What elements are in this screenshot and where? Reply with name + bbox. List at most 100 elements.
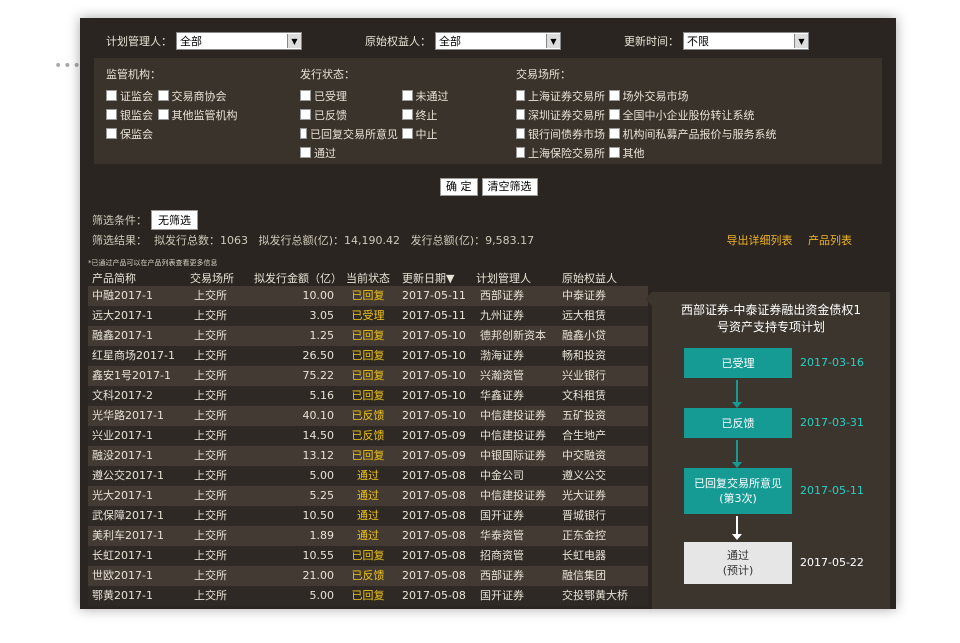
cell-original-owner: 合生地产 — [562, 429, 606, 442]
checkbox-icon[interactable] — [106, 90, 117, 101]
table-row[interactable]: 兴业2017-1 上交所 14.50 已反馈 2017-05-09 中信建投证券 合生地产 — [88, 426, 648, 446]
table-row[interactable]: 武保障2017-1 上交所 10.50 通过 2017-05-08 国开证券 晋城银行 — [88, 506, 648, 526]
export-link[interactable]: 导出详细列表 — [727, 234, 793, 247]
exchange-option[interactable]: 场外交易市场 — [608, 86, 689, 105]
top-links: 导出详细列表 产品列表 — [715, 232, 853, 248]
col-exchange[interactable]: 交易场所 — [190, 270, 234, 286]
table-row[interactable]: 中融2017-1 上交所 10.00 已回复 2017-05-11 西部证券 中泰证券 — [88, 286, 648, 306]
table-row[interactable]: 鄂黄2017-1 上交所 5.00 已回复 2017-05-08 国开证券 交投鄂黄大桥 — [88, 586, 648, 606]
cell-status: 已回复 — [351, 349, 385, 362]
cell-exchange: 上交所 — [194, 569, 227, 582]
col-status[interactable]: 当前状态 — [346, 270, 390, 286]
status-option[interactable]: 已回复交易所意见 — [300, 124, 398, 143]
update-time-filter: 更新时间： 不限 ▼ — [624, 32, 809, 50]
original-owner-select[interactable]: 全部 ▼ — [435, 32, 561, 50]
table-row[interactable]: 融鑫2017-1 上交所 1.25 已回复 2017-05-10 德邦创新资本 融鑫小贷 — [88, 326, 648, 346]
table-row[interactable]: 世欧2017-1 上交所 21.00 已反馈 2017-05-08 西部证券 融信集团 — [88, 566, 648, 586]
cell-update-date: 2017-05-10 — [402, 369, 466, 382]
checkbox-icon[interactable] — [516, 147, 525, 158]
cell-status: 已回复 — [351, 329, 385, 342]
checkbox-icon[interactable] — [608, 109, 620, 120]
table-row[interactable]: 鑫安1号2017-1 上交所 75.22 已回复 2017-05-10 兴瀚资管 兴业银行 — [88, 366, 648, 386]
table-row[interactable]: 文科2017-2 上交所 5.16 已回复 2017-05-10 华鑫证券 文科租赁 — [88, 386, 648, 406]
table-row[interactable]: 融没2017-1 上交所 13.12 已回复 2017-05-09 中银国际证券 中交融资 — [88, 446, 648, 466]
regulator-option[interactable]: 其他监管机构 — [157, 105, 238, 124]
plan-manager-label: 计划管理人： — [106, 35, 172, 48]
checkbox-icon[interactable] — [608, 90, 620, 101]
exchange-option[interactable]: 深圳证券交易所 — [516, 105, 605, 124]
cell-status: 已回复 — [351, 289, 385, 302]
plan-manager-select[interactable]: 全部 ▼ — [176, 32, 302, 50]
cell-exchange: 上交所 — [194, 349, 227, 362]
checkbox-icon[interactable] — [300, 128, 307, 139]
exchange-option[interactable]: 其他 — [608, 143, 645, 162]
col-update-date[interactable]: 更新日期▼ — [402, 270, 454, 286]
cell-original-owner: 远大租赁 — [562, 309, 606, 322]
exchange-option[interactable]: 全国中小企业股份转让系统 — [608, 105, 755, 124]
regulator-option[interactable]: 证监会 — [106, 86, 154, 105]
col-amount[interactable]: 拟发行金额（亿） — [254, 270, 342, 286]
update-time-value: 不限 — [687, 35, 709, 48]
cell-status: 通过 — [357, 489, 379, 502]
cell-original-owner: 长虹电器 — [562, 549, 606, 562]
exchange-option[interactable]: 上海保险交易所 — [516, 143, 605, 162]
checkbox-icon[interactable] — [516, 109, 525, 120]
chevron-down-icon[interactable]: ▼ — [287, 34, 301, 48]
checkbox-icon[interactable] — [608, 128, 620, 139]
checkbox-icon[interactable] — [516, 90, 525, 101]
table-row[interactable]: 长虹2017-1 上交所 10.55 已回复 2017-05-08 招商资管 长虹电器 — [88, 546, 648, 566]
checkbox-icon[interactable] — [516, 128, 525, 139]
confirm-button[interactable]: 确 定 — [440, 178, 478, 196]
checkbox-icon[interactable] — [300, 109, 311, 120]
exchange-option[interactable]: 机构间私募产品报价与服务系统 — [608, 124, 777, 143]
table-row[interactable]: 美利车2017-1 上交所 1.89 通过 2017-05-08 华泰资管 正东金控 — [88, 526, 648, 546]
checkbox-icon[interactable] — [608, 147, 620, 158]
col-product[interactable]: 产品简称 — [92, 270, 136, 286]
status-option[interactable]: 已受理 — [300, 86, 398, 105]
checkbox-icon[interactable] — [157, 109, 169, 120]
app-frame: 计划管理人： 全部 ▼ 原始权益人： 全部 ▼ 更新时间： 不限 ▼ 监管机构： — [80, 18, 896, 609]
table-row[interactable]: 遵公交2017-1 上交所 5.00 通过 2017-05-08 中金公司 遵义公交 — [88, 466, 648, 486]
status-option[interactable]: 中止 — [401, 124, 438, 143]
cell-update-date: 2017-05-08 — [402, 549, 466, 562]
product-list-link[interactable]: 产品列表 — [808, 234, 852, 247]
chevron-down-icon[interactable]: ▼ — [546, 34, 560, 48]
checkbox-icon[interactable] — [106, 109, 117, 120]
exchange-option[interactable]: 银行间债券市场 — [516, 124, 605, 143]
cell-status: 已回复 — [351, 449, 385, 462]
checkbox-icon[interactable] — [300, 147, 311, 158]
table-row[interactable]: 远大2017-1 上交所 3.05 已受理 2017-05-11 九州证券 远大租赁 — [88, 306, 648, 326]
update-time-select[interactable]: 不限 ▼ — [683, 32, 809, 50]
checkbox-icon[interactable] — [401, 90, 413, 101]
arrow-down-icon — [732, 534, 742, 540]
clear-filter-button[interactable]: 清空筛选 — [481, 178, 538, 196]
regulator-option[interactable]: 交易商协会 — [157, 86, 227, 105]
status-option[interactable]: 未通过 — [401, 86, 449, 105]
checkbox-icon[interactable] — [157, 90, 169, 101]
table-row[interactable]: 红星商场2017-1 上交所 26.50 已回复 2017-05-10 渤海证券 畅和投资 — [88, 346, 648, 366]
cell-amount: 75.22 — [302, 369, 335, 382]
status-option[interactable]: 已反馈 — [300, 105, 398, 124]
regulator-option[interactable]: 保监会 — [106, 124, 153, 143]
exchange-option[interactable]: 上海证券交易所 — [516, 86, 605, 105]
regulator-option[interactable]: 银监会 — [106, 105, 154, 124]
table-row[interactable]: 光大2017-1 上交所 5.25 通过 2017-05-08 中信建投证券 光大证券 — [88, 486, 648, 506]
checkbox-icon[interactable] — [401, 109, 413, 120]
status-option[interactable]: 通过 — [300, 143, 336, 162]
cell-product: 长虹2017-1 — [92, 549, 153, 562]
cell-update-date: 2017-05-09 — [402, 449, 466, 462]
table-row[interactable]: 光华路2017-1 上交所 40.10 已反馈 2017-05-10 中信建投证券 五矿投资 — [88, 406, 648, 426]
checkbox-icon[interactable] — [401, 128, 413, 139]
checkbox-icon[interactable] — [300, 90, 311, 101]
checkbox-icon[interactable] — [106, 128, 117, 139]
status-option[interactable]: 终止 — [401, 105, 438, 124]
chevron-down-icon[interactable]: ▼ — [794, 34, 808, 48]
no-filter-badge: 无筛选 — [151, 210, 198, 230]
detail-panel: 西部证券-中泰证券融出资金债权1 号资产支持专项计划 已受理 2017-03-1… — [652, 292, 890, 609]
col-plan-manager[interactable]: 计划管理人 — [476, 270, 531, 286]
cell-update-date: 2017-05-11 — [402, 289, 466, 302]
exchange-group: 交易场所： 上海证券交易所 场外交易市场 深圳证券交易所 全国中小企业股份转让系… — [516, 66, 777, 162]
cell-exchange: 上交所 — [194, 429, 227, 442]
original-owner-filter: 原始权益人： 全部 ▼ — [365, 32, 561, 50]
col-original-owner[interactable]: 原始权益人 — [562, 270, 617, 286]
